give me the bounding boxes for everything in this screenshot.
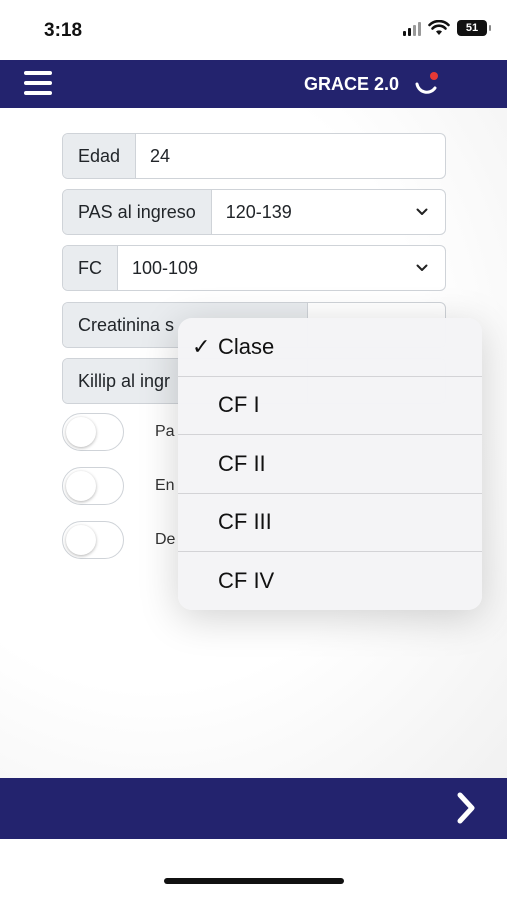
option-label: Clase [218,333,275,359]
toggle-switch[interactable] [62,413,124,451]
fc-value: 100-109 [132,257,199,278]
chevron-down-icon [416,208,428,215]
battery-icon: 51 [457,20,491,36]
option-label: CF I [218,392,260,418]
pas-label: PAS al ingreso [63,190,212,234]
checkmark-icon: ✓ [192,334,211,359]
menu-option-clase[interactable]: ✓ Clase [178,318,482,377]
killip-options-menu: ✓ Clase CF I CF II CF III CF IV [178,318,482,610]
status-icons: 51 [403,20,491,36]
status-time: 3:18 [44,20,83,41]
menu-option-cf-iv[interactable]: CF IV [178,552,482,610]
cellular-signal-icon [403,20,421,36]
brand: GRACE 2.0 [304,60,441,108]
option-label: CF III [218,509,272,535]
pas-select[interactable]: 120-139 [212,190,445,234]
edad-input[interactable]: 24 [136,134,445,178]
fc-label: FC [63,246,118,290]
option-label: CF II [218,450,266,476]
home-indicator[interactable] [164,878,344,884]
menu-option-cf-iii[interactable]: CF III [178,494,482,552]
toggle-switch[interactable] [62,521,124,559]
status-bar: 3:18 51 [0,0,507,60]
toggle-switch[interactable] [62,467,124,505]
chevron-right-icon[interactable] [451,790,481,826]
edad-label: Edad [63,134,137,178]
hamburger-menu-icon[interactable] [24,71,52,95]
menu-option-cf-i[interactable]: CF I [178,377,482,435]
app-header: GRACE 2.0 [0,60,507,108]
chevron-down-icon [416,264,428,271]
pas-field: PAS al ingreso 120-139 [62,189,446,235]
grace-logo-icon [415,72,438,94]
pas-value: 120-139 [225,201,292,222]
app-title: GRACE 2.0 [303,73,399,94]
wifi-icon [428,20,450,35]
toggle-label: De [155,531,176,548]
menu-option-cf-ii[interactable]: CF II [178,435,482,494]
footer-bar [0,778,507,839]
edad-field: Edad 24 [62,133,446,179]
option-label: CF IV [218,568,275,594]
toggle-label: En [155,477,175,494]
fc-field: FC 100-109 [62,245,446,291]
toggle-label: Pa [155,423,175,440]
fc-select[interactable]: 100-109 [118,246,445,290]
